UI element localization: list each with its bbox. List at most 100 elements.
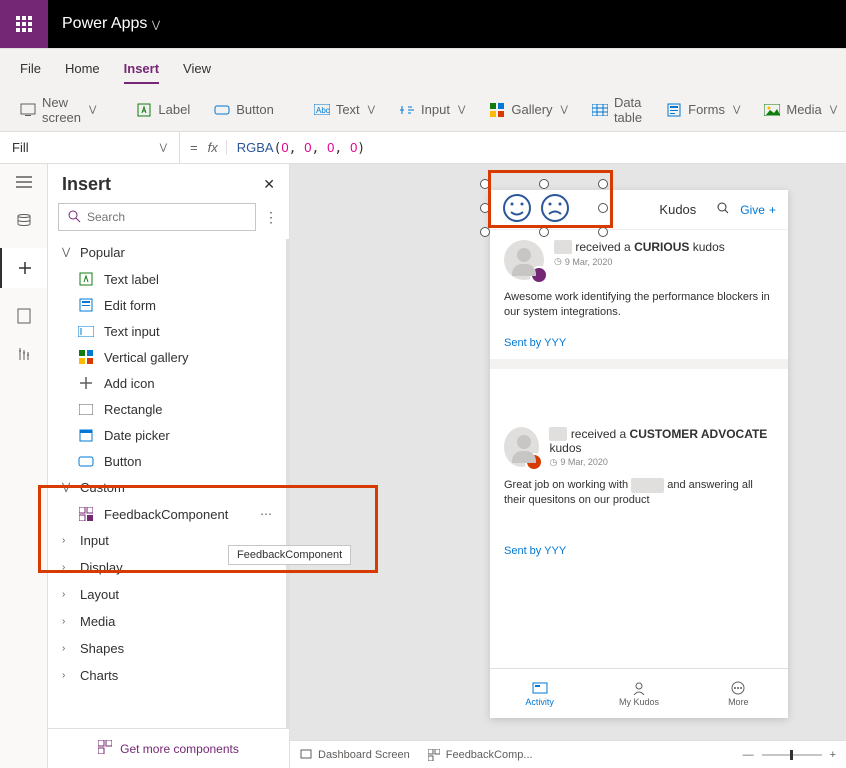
gallery-menu[interactable]: Gallery ⋁ bbox=[481, 94, 576, 126]
forms-label: Forms bbox=[688, 102, 725, 117]
clock-icon: ◷ bbox=[549, 457, 557, 468]
chevron-right-icon: › bbox=[62, 670, 72, 681]
ctrl-editform[interactable]: Edit form bbox=[48, 292, 286, 318]
ctrl-datepicker[interactable]: Date picker bbox=[48, 422, 286, 448]
nav-mykudos[interactable]: My Kudos bbox=[589, 669, 688, 718]
formula-bar: Fill ⋁ = fx RGBA(0, 0, 0, 0) bbox=[0, 132, 846, 164]
input-icon bbox=[399, 102, 415, 118]
ctrl-rectangle[interactable]: Rectangle bbox=[48, 396, 286, 422]
button-text: Button bbox=[236, 102, 274, 117]
group-popular[interactable]: ⋁Popular bbox=[48, 239, 286, 266]
text-menu[interactable]: Abc Text⋁ bbox=[306, 94, 383, 126]
item-more-button[interactable]: ⋯ bbox=[260, 507, 274, 521]
formula-input[interactable]: RGBA(0, 0, 0, 0) bbox=[227, 140, 846, 156]
component-tab[interactable]: FeedbackComp... bbox=[428, 749, 533, 761]
advanced-button[interactable] bbox=[14, 344, 34, 364]
input-menu[interactable]: Input⋁ bbox=[391, 94, 473, 126]
chevron-down-icon: ⋁ bbox=[89, 104, 96, 115]
ctrl-textlabel[interactable]: Text label bbox=[48, 266, 286, 292]
more-icon bbox=[730, 681, 746, 695]
preview-navbar: Activity My Kudos More bbox=[490, 668, 788, 718]
media-panel-button[interactable] bbox=[14, 306, 34, 326]
group-layout[interactable]: ›Layout bbox=[48, 581, 286, 608]
get-more-components-button[interactable]: Get more components bbox=[48, 728, 289, 768]
text-icon: Abc bbox=[314, 102, 330, 118]
separator bbox=[490, 359, 788, 369]
forms-menu[interactable]: Forms⋁ bbox=[658, 94, 748, 126]
zoom-out-button[interactable]: — bbox=[743, 749, 754, 761]
search-input-wrapper[interactable] bbox=[58, 203, 256, 231]
chevron-down-icon: ⋁ bbox=[458, 104, 465, 115]
chevron-right-icon: › bbox=[62, 535, 72, 546]
label-button[interactable]: Label bbox=[128, 94, 198, 126]
plus-icon: + bbox=[769, 203, 776, 217]
close-button[interactable]: ✕ bbox=[263, 176, 275, 193]
gallery-label: Gallery bbox=[511, 102, 552, 117]
ribbon: New screen⋁ Label Button Abc Text⋁ Input… bbox=[0, 88, 846, 132]
card-title: xxx received a CURIOUS kudos bbox=[554, 240, 725, 254]
workspace: Insert ✕ ⋮ ⋁Popular Text label Edit form… bbox=[0, 164, 846, 768]
tree-view-button[interactable] bbox=[14, 172, 34, 192]
more-button[interactable]: ⋮ bbox=[264, 209, 279, 226]
button-button[interactable]: Button bbox=[206, 94, 282, 126]
zoom-slider[interactable] bbox=[762, 754, 822, 756]
chevron-down-icon: ⋁ bbox=[830, 104, 837, 115]
avatar bbox=[504, 427, 539, 467]
app-name[interactable]: Power Apps ⋁ bbox=[48, 15, 174, 33]
chevron-down-icon: ⋁ bbox=[62, 482, 72, 493]
component-icon bbox=[78, 506, 94, 522]
avatar bbox=[504, 240, 544, 280]
group-custom[interactable]: ⋁Custom bbox=[48, 474, 286, 501]
activity-icon bbox=[531, 681, 549, 695]
property-selector[interactable]: Fill ⋁ bbox=[0, 132, 180, 163]
zoom-control[interactable]: — + bbox=[743, 749, 836, 761]
menu-insert[interactable]: Insert bbox=[124, 53, 159, 84]
nav-activity[interactable]: Activity bbox=[490, 669, 589, 718]
insert-rail-button[interactable] bbox=[0, 248, 47, 288]
fx-label: fx bbox=[208, 140, 227, 155]
group-media[interactable]: ›Media bbox=[48, 608, 286, 635]
screen-icon bbox=[300, 749, 312, 761]
menu-file[interactable]: File bbox=[20, 53, 41, 84]
menu-home[interactable]: Home bbox=[65, 53, 100, 84]
gallery-icon bbox=[489, 102, 505, 118]
svg-text:Abc: Abc bbox=[316, 106, 330, 115]
controls-tree[interactable]: ⋁Popular Text label Edit form Text input… bbox=[48, 239, 289, 728]
app-launcher-button[interactable] bbox=[0, 0, 48, 48]
sent-by-link[interactable]: Sent by YYY bbox=[504, 337, 774, 349]
datatable-button[interactable]: Data table bbox=[584, 94, 650, 126]
label-icon bbox=[78, 271, 94, 287]
media-menu[interactable]: Media⋁ bbox=[756, 94, 845, 126]
nav-more[interactable]: More bbox=[689, 669, 788, 718]
give-button[interactable]: Give+ bbox=[740, 203, 776, 217]
chevron-down-icon: ⋁ bbox=[368, 104, 375, 115]
chevron-right-icon: › bbox=[62, 616, 72, 627]
ctrl-button[interactable]: Button bbox=[48, 448, 286, 474]
chevron-down-icon: ⋁ bbox=[152, 20, 160, 31]
chevron-right-icon: › bbox=[62, 589, 72, 600]
search-input[interactable] bbox=[87, 210, 247, 224]
menu-view[interactable]: View bbox=[183, 53, 211, 84]
selection-outline[interactable] bbox=[485, 184, 603, 232]
group-shapes[interactable]: ›Shapes bbox=[48, 635, 286, 662]
sent-by-link[interactable]: Sent by YYY bbox=[504, 545, 774, 557]
waffle-icon bbox=[16, 16, 32, 32]
search-icon[interactable] bbox=[716, 201, 730, 218]
gallery-icon bbox=[78, 349, 94, 365]
new-screen-button[interactable]: New screen⋁ bbox=[12, 94, 104, 126]
badge-icon bbox=[525, 453, 543, 471]
group-charts[interactable]: ›Charts bbox=[48, 662, 286, 689]
ctrl-vgallery[interactable]: Vertical gallery bbox=[48, 344, 286, 370]
screen-tab[interactable]: Dashboard Screen bbox=[300, 749, 410, 761]
zoom-in-button[interactable]: + bbox=[830, 749, 836, 761]
rectangle-icon bbox=[78, 401, 94, 417]
ctrl-textinput[interactable]: Text input bbox=[48, 318, 286, 344]
app-preview: Kudos Give+ xxx received a CURIOUS kudos… bbox=[490, 190, 788, 718]
data-button[interactable] bbox=[14, 210, 34, 230]
card-date: ◷9 Mar, 2020 bbox=[549, 457, 774, 468]
chevron-down-icon: ⋁ bbox=[561, 104, 568, 115]
canvas[interactable]: Kudos Give+ xxx received a CURIOUS kudos… bbox=[290, 164, 846, 768]
ctrl-addicon[interactable]: Add icon bbox=[48, 370, 286, 396]
screen-icon bbox=[20, 102, 36, 118]
ctrl-feedback-component[interactable]: FeedbackComponent⋯ bbox=[48, 501, 286, 527]
